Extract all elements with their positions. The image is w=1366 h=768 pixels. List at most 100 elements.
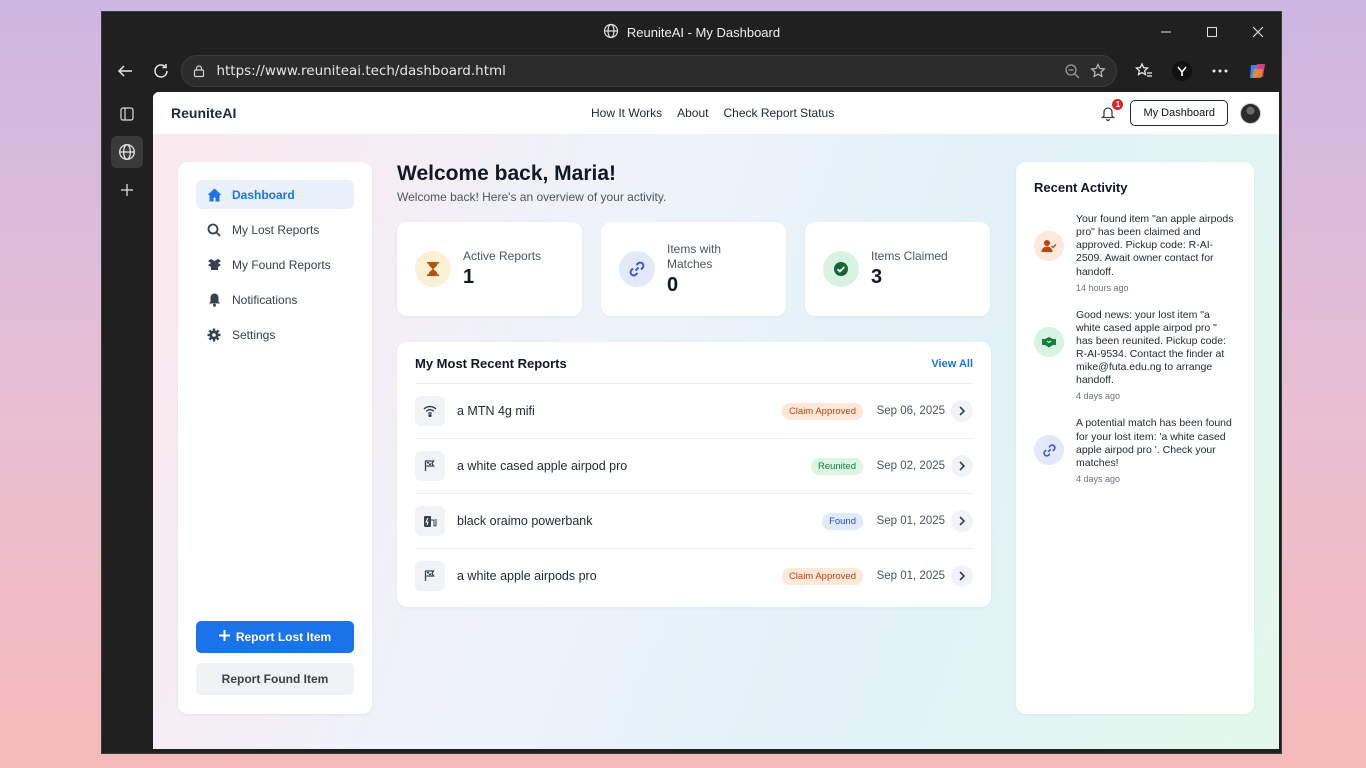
sidebar-item-label: My Lost Reports [232,222,320,237]
sidebar-item-my-lost-reports[interactable]: My Lost Reports [196,215,354,244]
sidebar-item-my-found-reports[interactable]: My Found Reports [196,250,354,279]
stat-value: 3 [871,266,883,288]
activity-time: 4 days ago [1076,391,1121,402]
chevron-right-icon[interactable] [951,565,973,587]
stat-label: Items Claimed [871,249,948,263]
recent-activity-panel: Recent Activity Your found item "an appl… [1016,162,1254,714]
table-row[interactable]: a white apple airpods pro Claim Approved… [415,548,973,603]
notification-bell-icon[interactable]: 1 [1098,99,1124,123]
page-subtitle: Welcome back! Here's an overview of your… [397,190,667,204]
stat-card-items-with-matches[interactable]: Items with Matches 0 [601,222,786,316]
table-row[interactable]: a white cased apple airpod pro Reunited … [415,438,973,493]
home-icon [206,188,222,202]
back-icon[interactable] [110,56,140,86]
stat-card-items-claimed[interactable]: Items Claimed 3 [805,222,990,316]
web-page: ReuniteAI How It Works About Check Repor… [153,92,1279,749]
activity-time: 4 days ago [1076,473,1121,484]
sidebar-item-label: Dashboard [232,187,295,202]
activity-text: A potential match has been found for you… [1076,417,1232,469]
sidebar-toggle-icon[interactable] [111,98,143,130]
brand-logo[interactable]: ReuniteAI [171,105,236,121]
stat-label: Active Reports [463,249,542,263]
minimize-icon[interactable] [1143,12,1189,52]
globe-icon [603,23,619,42]
address-bar[interactable]: https://www.reuniteai.tech/dashboard.htm… [181,55,1117,87]
close-icon[interactable] [1235,12,1281,52]
new-tab-icon[interactable] [111,174,143,206]
recent-activity-title: Recent Activity [1034,180,1128,195]
gear-icon [206,328,222,342]
bell-icon [206,293,222,307]
report-found-item-button[interactable]: Report Found Item [196,663,354,695]
chevron-right-icon[interactable] [951,455,973,477]
refresh-icon[interactable] [146,56,176,86]
sidebar-item-label: Notifications [232,292,298,307]
sidebar: Dashboard My Lost Reports My Found Repor… [178,162,372,714]
activity-item[interactable]: Good news: your lost item "a white cased… [1034,308,1236,402]
nav-check-report-status[interactable]: Check Report Status [723,106,834,120]
stat-value: 1 [463,266,475,288]
box-icon [206,258,222,271]
nav-about[interactable]: About [677,106,708,120]
search-icon [206,223,222,237]
report-name: a white apple airpods pro [457,569,597,583]
page-title: Welcome back, Maria! [397,162,617,185]
activity-text: Your found item "an apple airpods pro" h… [1076,213,1234,278]
user-check-icon [1034,231,1064,261]
favorite-star-icon[interactable] [1090,63,1106,79]
url-text[interactable]: https://www.reuniteai.tech/dashboard.htm… [216,63,1054,79]
main-content: Welcome back, Maria! Welcome back! Here'… [397,162,991,607]
top-navbar: ReuniteAI How It Works About Check Repor… [153,92,1279,135]
view-all-link[interactable]: View All [931,358,973,370]
lock-icon [192,64,206,78]
chevron-right-icon[interactable] [951,510,973,532]
flag-icon [415,561,445,591]
chevron-right-icon[interactable] [951,400,973,422]
handshake-icon [1034,326,1064,357]
notification-count-badge: 1 [1112,99,1124,110]
status-badge: Found [822,512,863,530]
table-row[interactable]: a MTN 4g mifi Claim Approved Sep 06, 202… [415,383,973,438]
stat-label: Items with Matches [667,241,722,271]
status-badge: Claim Approved [781,402,863,420]
avatar[interactable] [1240,102,1261,124]
hourglass-icon [415,251,451,287]
table-row[interactable]: black oraimo powerbank Found Sep 01, 202… [415,493,973,548]
activity-item[interactable]: A potential match has been found for you… [1034,417,1236,484]
maximize-icon[interactable] [1189,12,1235,52]
sidebar-item-notifications[interactable]: Notifications [196,285,354,314]
sidebar-item-label: My Found Reports [232,257,331,272]
recent-reports-title: My Most Recent Reports [415,356,567,371]
wifi-icon [415,396,445,426]
address-row: https://www.reuniteai.tech/dashboard.htm… [102,52,1281,90]
zoom-out-icon[interactable] [1064,63,1080,79]
sidebar-item-settings[interactable]: Settings [196,320,354,349]
activity-text: Good news: your lost item "a white cased… [1076,308,1227,387]
browser-window: ReuniteAI - My Dashboard https://www.reu… [101,11,1282,754]
tab-globe-icon[interactable] [111,136,143,168]
favorites-icon[interactable] [1129,56,1159,86]
copilot-icon[interactable] [1243,56,1273,86]
report-name: a MTN 4g mifi [457,404,535,418]
status-badge: Claim Approved [781,567,863,585]
activity-time: 14 hours ago [1076,282,1129,293]
sidebar-item-dashboard[interactable]: Dashboard [196,180,354,209]
report-date: Sep 06, 2025 [876,405,945,417]
recent-reports-card: My Most Recent Reports View All a MTN 4g… [397,342,991,607]
plus-icon [218,630,230,644]
link-icon [619,251,655,287]
stat-card-active-reports[interactable]: Active Reports 1 [397,222,582,316]
link-icon [1034,435,1064,466]
sidebar-item-label: Settings [232,327,276,342]
activity-item[interactable]: Your found item "an apple airpods pro" h… [1034,213,1236,293]
my-dashboard-button[interactable]: My Dashboard [1130,100,1228,126]
stats-row: Active Reports 1 Items with Matches 0 It… [397,222,991,316]
report-name: a white cased apple airpod pro [457,459,628,473]
report-lost-item-button[interactable]: Report Lost Item [196,621,354,653]
report-date: Sep 02, 2025 [876,460,945,472]
profile-extension-icon[interactable] [1167,56,1197,86]
nav-how-it-works[interactable]: How It Works [591,106,662,120]
more-icon[interactable] [1205,56,1235,86]
report-date: Sep 01, 2025 [876,515,945,527]
stat-value: 0 [667,273,679,296]
